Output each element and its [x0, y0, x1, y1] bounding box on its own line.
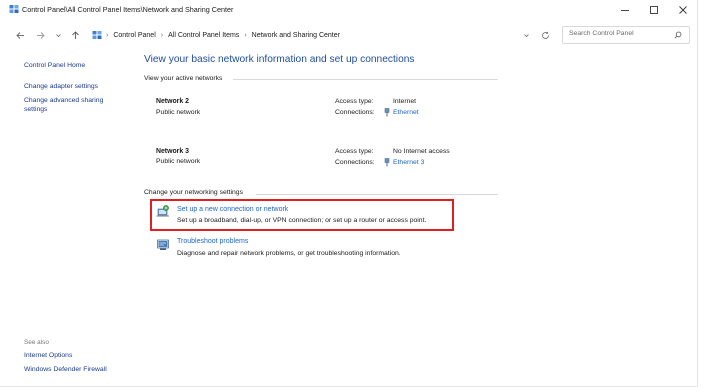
- ethernet-connection-label[interactable]: Ethernet: [393, 109, 419, 116]
- change-advanced-sharing-link[interactable]: Change advanced sharing: [24, 97, 103, 104]
- network-category: Public network: [156, 109, 201, 116]
- page-title: View your basic network information and …: [144, 54, 415, 65]
- network-sharing-center-window: Control Panel\All Control Panel Items\Ne…: [0, 0, 698, 387]
- minimize-button[interactable]: [614, 2, 636, 18]
- breadcrumb-network-sharing[interactable]: Network and Sharing Center: [252, 32, 340, 39]
- ethernet-icon: [384, 158, 390, 167]
- refresh-button[interactable]: [538, 28, 552, 42]
- search-box[interactable]: [562, 26, 690, 44]
- navigation-bar: › Control Panel › All Control Panel Item…: [0, 24, 697, 46]
- breadcrumb-chevron-icon[interactable]: ›: [106, 32, 108, 39]
- close-button[interactable]: [672, 2, 694, 18]
- maximize-button[interactable]: [643, 2, 665, 18]
- back-arrow-icon: [15, 31, 24, 39]
- change-settings-label: Change your networking settings: [144, 189, 243, 196]
- network-category: Public network: [156, 158, 201, 165]
- breadcrumb-chevron-icon[interactable]: ›: [161, 32, 163, 39]
- up-arrow-icon: [71, 30, 79, 39]
- breadcrumb-all-items[interactable]: All Control Panel Items: [168, 32, 239, 39]
- address-bar[interactable]: › Control Panel › All Control Panel Item…: [92, 26, 559, 44]
- new-connection-icon[interactable]: [156, 204, 170, 218]
- troubleshoot-problems-link[interactable]: Troubleshoot problems: [177, 238, 248, 245]
- close-icon: [679, 6, 687, 14]
- ethernet-3-connection-link[interactable]: Ethernet 3: [384, 158, 424, 167]
- setup-new-connection-link[interactable]: Set up a new connection or network: [177, 206, 288, 213]
- chevron-down-icon: [523, 33, 529, 37]
- control-panel-home-link[interactable]: Control Panel Home: [24, 62, 85, 69]
- address-dropdown-button[interactable]: [519, 28, 533, 42]
- ethernet-3-connection-label[interactable]: Ethernet 3: [393, 159, 424, 166]
- refresh-icon: [541, 31, 549, 39]
- change-adapter-settings-link[interactable]: Change adapter settings: [24, 83, 98, 90]
- change-advanced-sharing-link-line2[interactable]: settings: [24, 106, 47, 113]
- window-title: Control Panel\All Control Panel Items\Ne…: [22, 5, 234, 14]
- see-also-label: See also: [24, 339, 49, 346]
- troubleshoot-problems-description: Diagnose and repair network problems, or…: [177, 250, 401, 257]
- section-divider: [256, 194, 498, 195]
- access-type-value: No Internet access: [393, 148, 450, 155]
- recent-locations-button[interactable]: [51, 28, 65, 42]
- active-networks-label: View your active networks: [144, 75, 223, 82]
- breadcrumb-control-panel[interactable]: Control Panel: [113, 32, 155, 39]
- connections-label: Connections:: [335, 159, 375, 166]
- maximize-icon: [650, 6, 658, 14]
- chevron-down-icon: [55, 33, 61, 37]
- forward-arrow-icon: [36, 31, 45, 39]
- troubleshoot-icon[interactable]: [156, 238, 170, 252]
- internet-options-link[interactable]: Internet Options: [24, 352, 72, 359]
- access-type-value: Internet: [393, 98, 417, 105]
- control-panel-icon: [9, 5, 19, 13]
- title-bar: Control Panel\All Control Panel Items\Ne…: [0, 0, 697, 20]
- ethernet-connection-link[interactable]: Ethernet: [384, 108, 419, 117]
- search-icon[interactable]: [674, 31, 682, 39]
- windows-defender-firewall-link[interactable]: Windows Defender Firewall: [24, 366, 107, 373]
- access-type-label: Access type:: [335, 98, 374, 105]
- connections-label: Connections:: [335, 109, 375, 116]
- control-panel-icon: [92, 31, 102, 39]
- section-divider: [233, 79, 498, 80]
- back-button[interactable]: [13, 28, 27, 42]
- setup-new-connection-description: Set up a broadband, dial-up, or VPN conn…: [177, 217, 427, 224]
- search-input[interactable]: [569, 30, 669, 37]
- forward-button[interactable]: [33, 28, 47, 42]
- minimize-icon: [621, 10, 629, 11]
- up-button[interactable]: [68, 28, 82, 42]
- highlight-box: [150, 199, 454, 231]
- access-type-label: Access type:: [335, 148, 374, 155]
- ethernet-icon: [384, 108, 390, 117]
- network-name: Network 3: [156, 148, 189, 155]
- network-name: Network 2: [156, 98, 189, 105]
- breadcrumb-chevron-icon[interactable]: ›: [244, 32, 246, 39]
